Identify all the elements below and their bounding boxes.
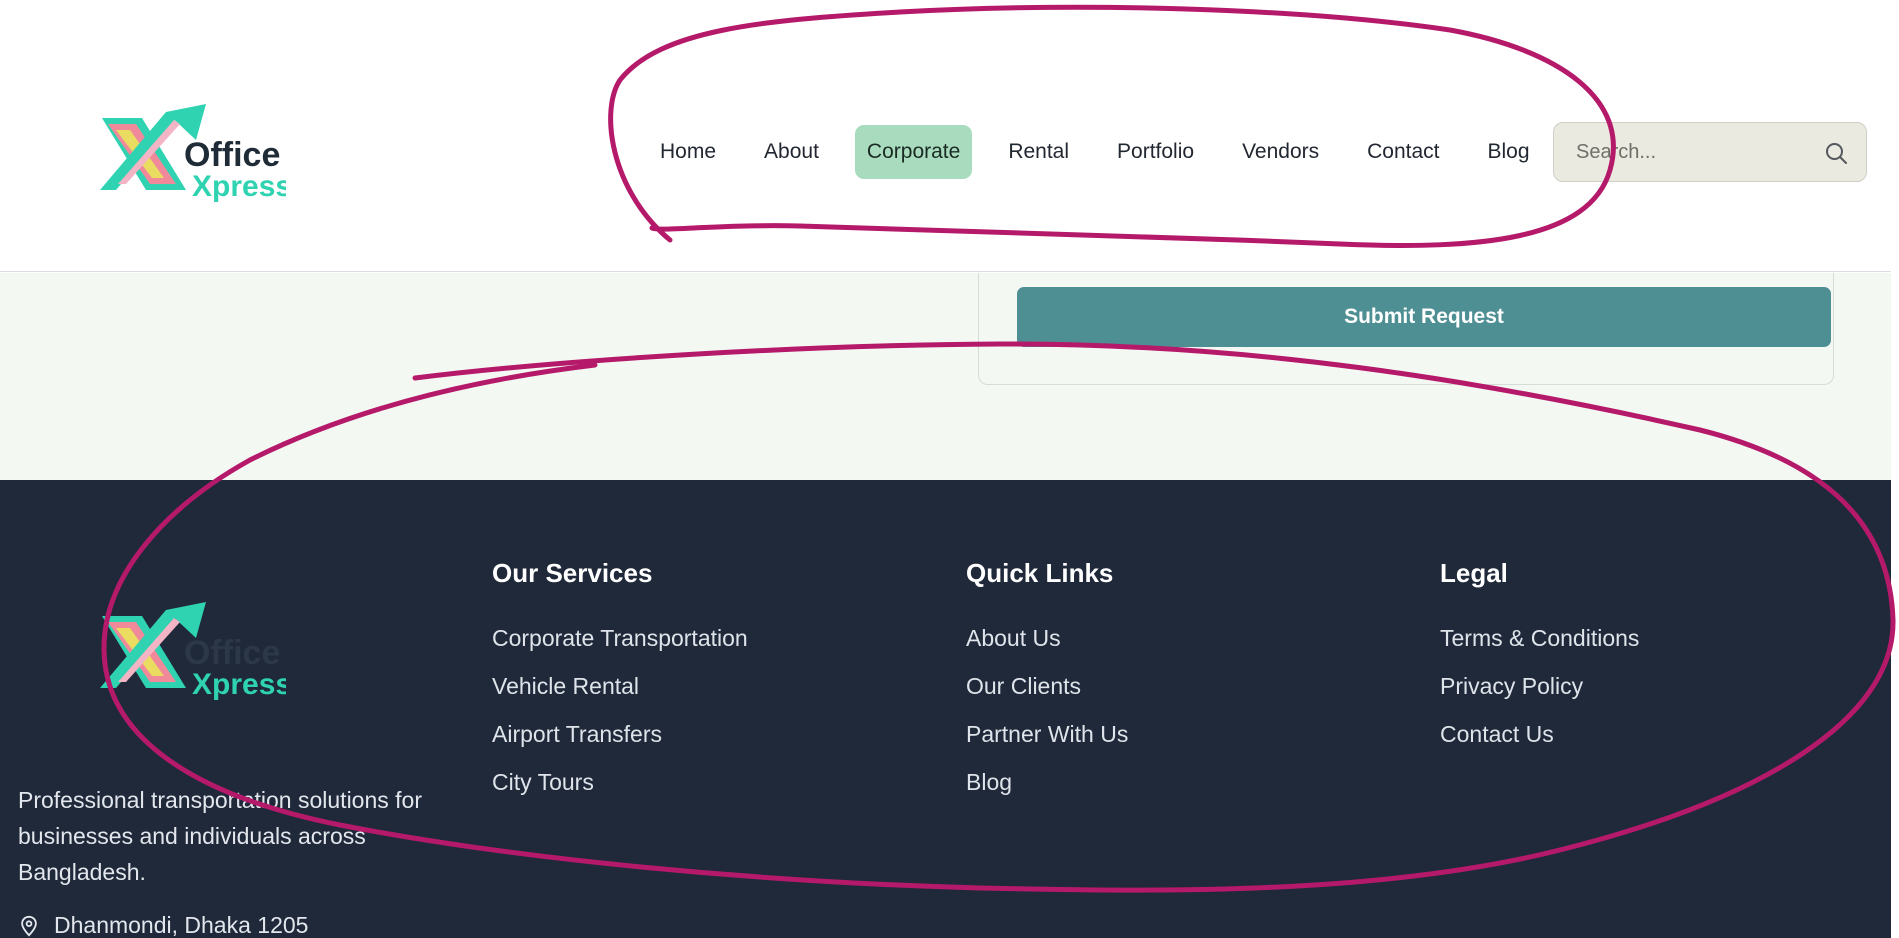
- footer-logo[interactable]: Office Xpress: [96, 598, 286, 708]
- search-input[interactable]: [1576, 123, 1816, 181]
- request-form-card: Submit Request: [978, 273, 1834, 385]
- nav-home[interactable]: Home: [648, 125, 728, 179]
- footer-legal-column: Legal Terms & Conditions Privacy Policy …: [1440, 556, 1639, 758]
- main-nav: Home About Corporate Rental Portfolio Ve…: [648, 124, 1542, 180]
- link-blog[interactable]: Blog: [966, 758, 1128, 806]
- link-airport-transfers[interactable]: Airport Transfers: [492, 710, 748, 758]
- services-heading: Our Services: [492, 558, 653, 588]
- link-our-clients[interactable]: Our Clients: [966, 662, 1128, 710]
- footer-address: Dhanmondi, Dhaka 1205: [18, 912, 308, 938]
- nav-contact[interactable]: Contact: [1355, 125, 1451, 179]
- site-footer: Office Xpress Professional transportatio…: [0, 480, 1891, 938]
- link-corporate-transportation[interactable]: Corporate Transportation: [492, 614, 748, 662]
- nav-blog[interactable]: Blog: [1476, 125, 1542, 179]
- location-pin-icon: [21, 915, 37, 936]
- site-header: Office Xpress Home About Corporate Renta…: [0, 0, 1891, 272]
- submit-request-button[interactable]: Submit Request: [1017, 287, 1831, 347]
- svg-text:Xpress: Xpress: [192, 668, 286, 701]
- svg-text:Office: Office: [184, 634, 280, 672]
- link-about-us[interactable]: About Us: [966, 614, 1128, 662]
- nav-about[interactable]: About: [752, 125, 831, 179]
- link-terms-conditions[interactable]: Terms & Conditions: [1440, 614, 1639, 662]
- footer-description: Professional transportation solutions fo…: [18, 787, 422, 885]
- search-box: [1553, 122, 1867, 182]
- request-form-section: Submit Request: [0, 273, 1891, 480]
- nav-rental[interactable]: Rental: [996, 125, 1081, 179]
- nav-corporate[interactable]: Corporate: [854, 125, 973, 179]
- nav-portfolio[interactable]: Portfolio: [1105, 125, 1206, 179]
- link-partner-with-us[interactable]: Partner With Us: [966, 710, 1128, 758]
- link-privacy-policy[interactable]: Privacy Policy: [1440, 662, 1639, 710]
- link-vehicle-rental[interactable]: Vehicle Rental: [492, 662, 748, 710]
- search-icon[interactable]: [1824, 141, 1848, 165]
- link-contact-us[interactable]: Contact Us: [1440, 710, 1639, 758]
- address-text: Dhanmondi, Dhaka 1205: [54, 912, 309, 938]
- quick-links-heading: Quick Links: [966, 558, 1114, 588]
- legal-heading: Legal: [1440, 558, 1508, 588]
- nav-vendors[interactable]: Vendors: [1230, 125, 1331, 179]
- svg-text:Xpress: Xpress: [192, 170, 286, 203]
- footer-quick-links-column: Quick Links About Us Our Clients Partner…: [966, 556, 1128, 806]
- footer-services-column: Our Services Corporate Transportation Ve…: [492, 556, 748, 806]
- svg-text:Office: Office: [184, 136, 280, 174]
- officexpress-logo[interactable]: Office Xpress: [96, 100, 286, 210]
- link-city-tours[interactable]: City Tours: [492, 758, 748, 806]
